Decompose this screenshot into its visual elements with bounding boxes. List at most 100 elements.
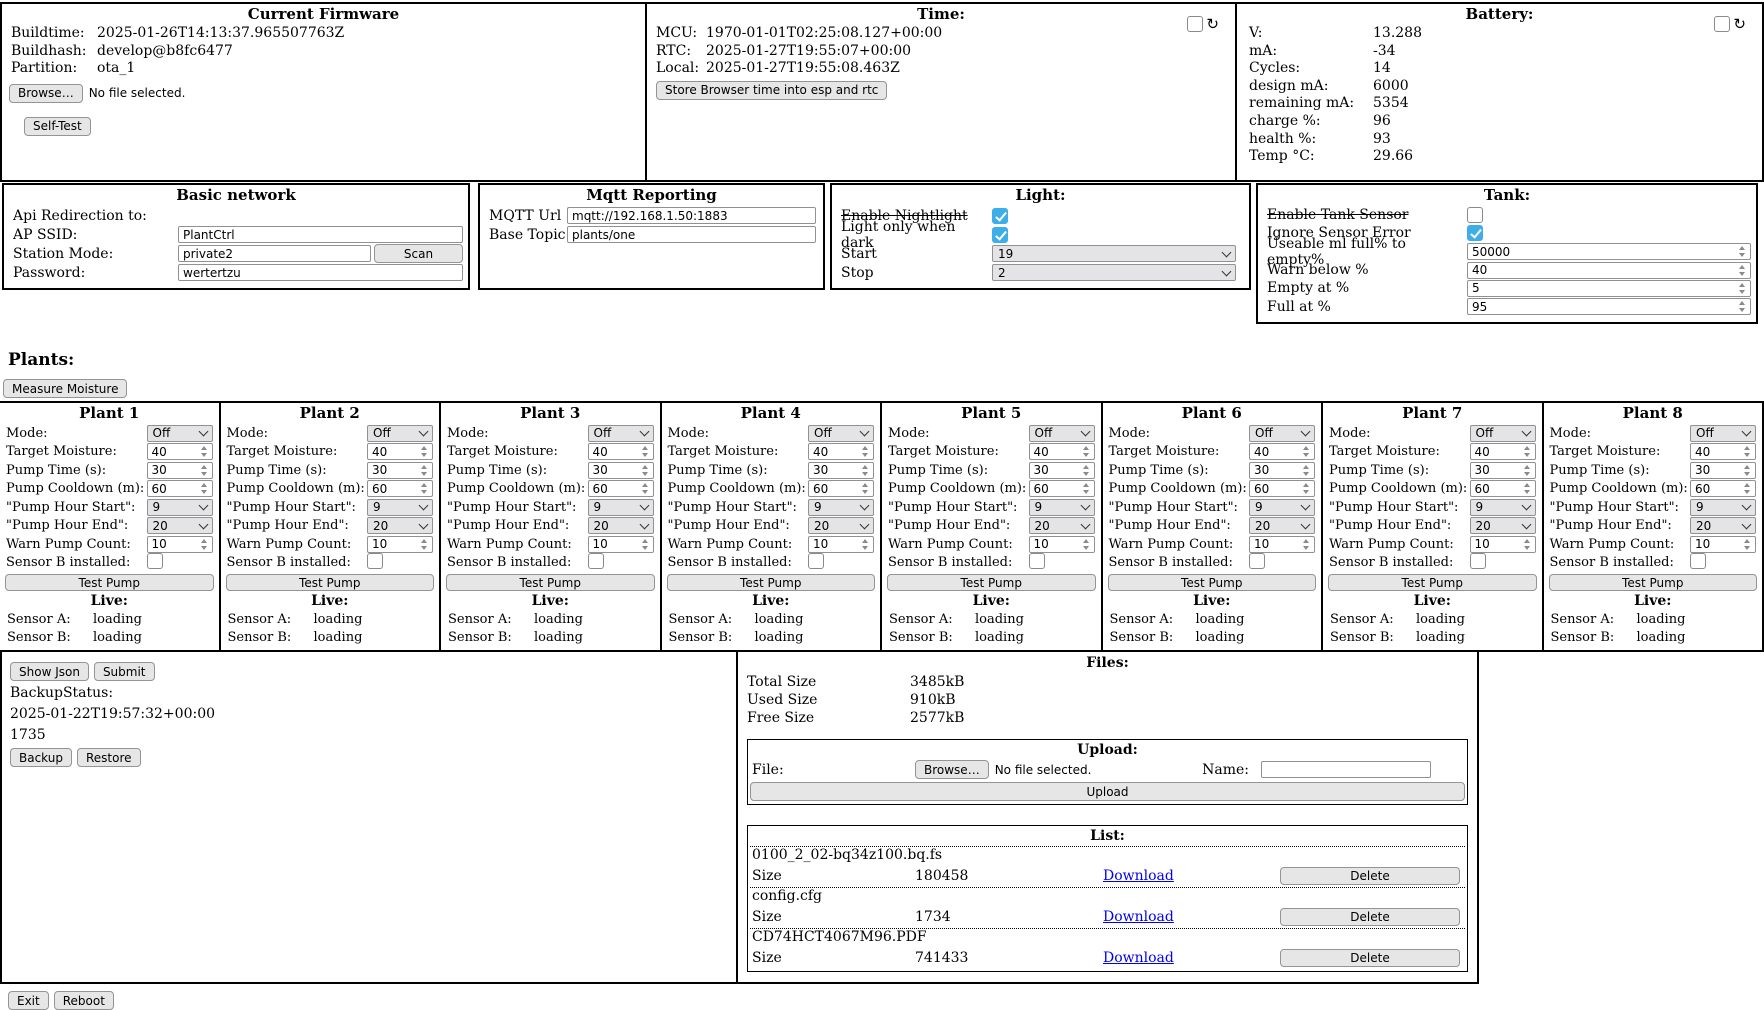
sensor-b-installed-checkbox[interactable] <box>367 553 383 569</box>
target-moisture-input[interactable] <box>813 445 860 459</box>
spinner[interactable] <box>642 481 651 496</box>
mode-select[interactable]: Off <box>1249 425 1315 442</box>
spinner[interactable] <box>201 481 210 496</box>
pump-time-input[interactable] <box>152 463 199 477</box>
pump-time-input[interactable] <box>593 463 640 477</box>
station-mode-input[interactable] <box>178 245 371 262</box>
pump-cooldown-input[interactable] <box>372 482 419 496</box>
pump-hour-end-select[interactable]: 20 <box>367 517 433 534</box>
spinner[interactable] <box>642 444 651 459</box>
backup-button[interactable]: Backup <box>10 748 72 767</box>
self-test-button[interactable]: Self-Test <box>24 117 91 136</box>
pump-cooldown-input[interactable] <box>593 482 640 496</box>
enable-tank-sensor-checkbox[interactable] <box>1467 207 1483 223</box>
sensor-b-installed-checkbox[interactable] <box>147 553 163 569</box>
warn-pump-count-input[interactable] <box>813 537 860 551</box>
target-moisture-input[interactable] <box>1254 445 1301 459</box>
pump-hour-end-select[interactable]: 20 <box>808 517 874 534</box>
sensor-b-installed-checkbox[interactable] <box>1470 553 1486 569</box>
spinner[interactable] <box>421 481 430 496</box>
upload-button[interactable]: Upload <box>750 782 1465 801</box>
battery-auto-refresh-checkbox[interactable] <box>1714 16 1730 32</box>
spinner[interactable] <box>862 537 871 552</box>
warn-pump-count-input[interactable] <box>1475 537 1522 551</box>
test-pump-button[interactable]: Test Pump <box>226 574 435 591</box>
test-pump-button[interactable]: Test Pump <box>446 574 655 591</box>
sensor-b-installed-checkbox[interactable] <box>808 553 824 569</box>
time-auto-refresh-checkbox[interactable] <box>1187 16 1203 32</box>
ap-ssid-input[interactable] <box>178 226 463 243</box>
pump-hour-start-select[interactable]: 9 <box>1249 499 1315 516</box>
pump-time-input[interactable] <box>813 463 860 477</box>
warn-pump-count-input[interactable] <box>1695 537 1742 551</box>
spinner[interactable] <box>201 537 210 552</box>
mode-select[interactable]: Off <box>1690 425 1756 442</box>
mode-select[interactable]: Off <box>1470 425 1536 442</box>
spinner[interactable] <box>1303 463 1312 478</box>
light-only-dark-checkbox[interactable] <box>992 227 1008 243</box>
warn-pump-count-input[interactable] <box>152 537 199 551</box>
pump-hour-end-select[interactable]: 20 <box>1029 517 1095 534</box>
base-topic-input[interactable] <box>567 226 816 243</box>
warn-pump-count-input[interactable] <box>593 537 640 551</box>
pump-time-input[interactable] <box>1254 463 1301 477</box>
spinner[interactable] <box>1739 281 1748 296</box>
restore-button[interactable]: Restore <box>77 748 141 767</box>
spinner[interactable] <box>1744 463 1753 478</box>
spinner[interactable] <box>421 444 430 459</box>
target-moisture-input[interactable] <box>593 445 640 459</box>
test-pump-button[interactable]: Test Pump <box>1108 574 1317 591</box>
target-moisture-input[interactable] <box>1695 445 1742 459</box>
spinner[interactable] <box>1083 444 1092 459</box>
pump-time-input[interactable] <box>1034 463 1081 477</box>
spinner[interactable] <box>1083 537 1092 552</box>
spinner[interactable] <box>862 463 871 478</box>
mode-select[interactable]: Off <box>367 425 433 442</box>
delete-button[interactable]: Delete <box>1280 867 1460 885</box>
spinner[interactable] <box>1524 481 1533 496</box>
spinner[interactable] <box>201 444 210 459</box>
target-moisture-input[interactable] <box>1475 445 1522 459</box>
delete-button[interactable]: Delete <box>1280 949 1460 967</box>
tank-full-input[interactable] <box>1472 300 1737 314</box>
spinner[interactable] <box>1739 244 1748 259</box>
pump-hour-start-select[interactable]: 9 <box>147 499 213 516</box>
mqtt-url-input[interactable] <box>567 207 816 224</box>
warn-pump-count-input[interactable] <box>1034 537 1081 551</box>
spinner[interactable] <box>421 463 430 478</box>
pump-hour-end-select[interactable]: 20 <box>1690 517 1756 534</box>
spinner[interactable] <box>1744 481 1753 496</box>
spinner[interactable] <box>862 481 871 496</box>
spinner[interactable] <box>862 444 871 459</box>
mode-select[interactable]: Off <box>808 425 874 442</box>
download-link[interactable]: Download <box>1103 909 1174 925</box>
sensor-b-installed-checkbox[interactable] <box>1029 553 1045 569</box>
enable-nightlight-checkbox[interactable] <box>992 208 1008 224</box>
pump-hour-start-select[interactable]: 9 <box>588 499 654 516</box>
firmware-browse-button[interactable]: Browse… <box>9 84 83 103</box>
mode-select[interactable]: Off <box>147 425 213 442</box>
spinner[interactable] <box>1739 263 1748 278</box>
pump-hour-start-select[interactable]: 9 <box>1690 499 1756 516</box>
spinner[interactable] <box>421 537 430 552</box>
ignore-sensor-error-checkbox[interactable] <box>1467 225 1483 241</box>
sensor-b-installed-checkbox[interactable] <box>1249 553 1265 569</box>
pump-time-input[interactable] <box>1695 463 1742 477</box>
pump-hour-end-select[interactable]: 20 <box>1249 517 1315 534</box>
upload-browse-button[interactable]: Browse… <box>915 760 989 779</box>
download-link[interactable]: Download <box>1103 868 1174 884</box>
measure-moisture-button[interactable]: Measure Moisture <box>3 379 127 398</box>
pump-hour-start-select[interactable]: 9 <box>367 499 433 516</box>
tank-warn-input[interactable] <box>1472 263 1737 277</box>
pump-cooldown-input[interactable] <box>1475 482 1522 496</box>
sensor-b-installed-checkbox[interactable] <box>1690 553 1706 569</box>
warn-pump-count-input[interactable] <box>372 537 419 551</box>
pump-cooldown-input[interactable] <box>813 482 860 496</box>
spinner[interactable] <box>1303 444 1312 459</box>
tank-empty-input[interactable] <box>1472 281 1737 295</box>
exit-button[interactable]: Exit <box>8 991 49 1010</box>
pump-time-input[interactable] <box>372 463 419 477</box>
light-stop-select[interactable]: 2 <box>992 264 1236 281</box>
warn-pump-count-input[interactable] <box>1254 537 1301 551</box>
test-pump-button[interactable]: Test Pump <box>1549 574 1758 591</box>
